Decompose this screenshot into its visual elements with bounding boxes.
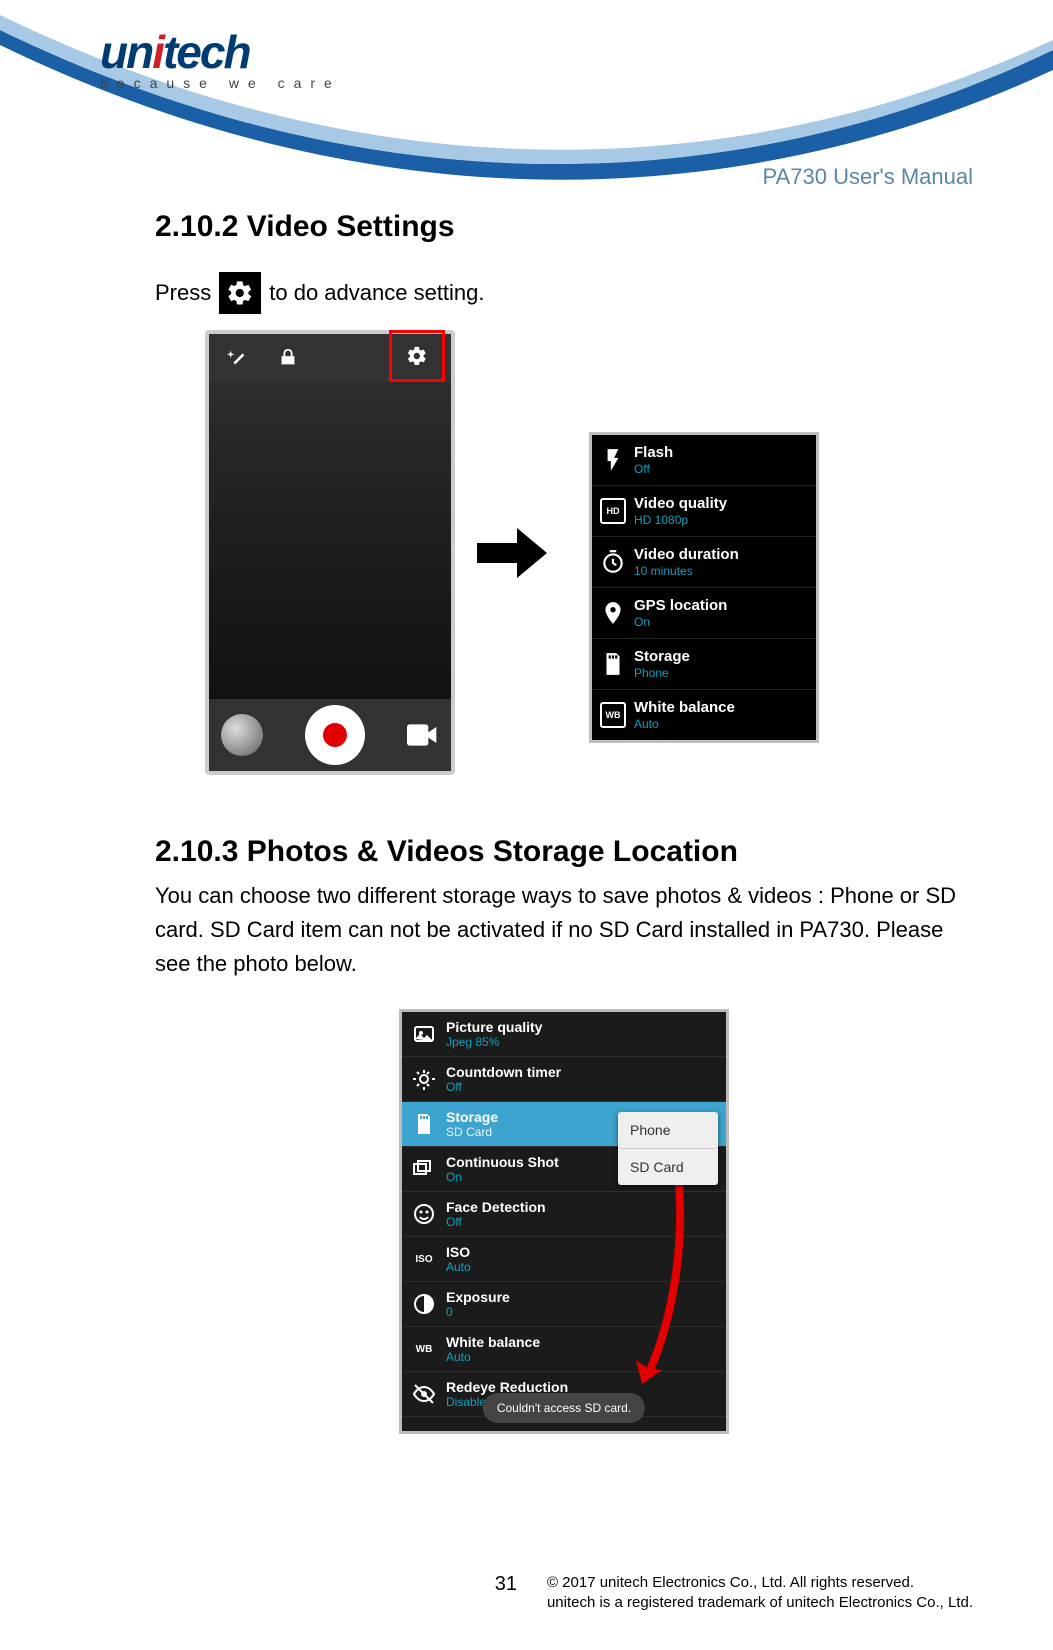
press-text-post: to do advance setting.	[269, 276, 484, 310]
arrow-right-icon	[477, 528, 547, 578]
redeye-icon	[412, 1382, 436, 1406]
gear-icon	[219, 272, 261, 314]
storage-icon	[600, 651, 626, 677]
brand-tagline: because we care	[100, 75, 341, 91]
copyright-line-1: © 2017 unitech Electronics Co., Ltd. All…	[547, 1573, 973, 1593]
duration-icon	[600, 549, 626, 575]
page-number: 31	[495, 1573, 517, 1612]
setting-gps: GPS locationOn	[592, 588, 816, 639]
setting-flash: FlashOff	[592, 435, 816, 486]
iso-icon: ISO	[412, 1247, 436, 1271]
record-button	[305, 705, 365, 765]
section-2-10-2-heading: 2.10.2 Video Settings	[155, 210, 973, 244]
popup-option-sdcard: SD Card	[618, 1149, 718, 1185]
camera-settings-screenshot: Picture qualityJpeg 85% Countdown timerO…	[399, 1009, 729, 1434]
picture-quality-icon	[412, 1022, 436, 1046]
storage-popup: Phone SD Card	[618, 1112, 718, 1185]
brand-dot: i	[152, 26, 163, 78]
setting-video-quality: HD Video qualityHD 1080p	[592, 486, 816, 537]
camera-switch-icon	[277, 347, 299, 369]
brand-logo: unitech because we care	[100, 25, 341, 91]
exposure-icon	[412, 1292, 436, 1316]
gallery-thumb	[221, 714, 263, 756]
setting-countdown: Countdown timerOff	[402, 1057, 726, 1102]
white-balance-icon: WB	[412, 1337, 436, 1361]
flash-icon	[600, 447, 626, 473]
storage-icon	[412, 1112, 436, 1136]
page-footer: 31 © 2017 unitech Electronics Co., Ltd. …	[0, 1573, 973, 1612]
gps-icon	[600, 600, 626, 626]
gear-icon	[406, 345, 428, 367]
brand-pre: un	[100, 26, 152, 78]
toast-message: Couldn't access SD card.	[483, 1393, 645, 1423]
camera-preview	[209, 382, 451, 699]
setting-white-balance: WB White balanceAuto	[592, 690, 816, 740]
wand-icon	[227, 347, 249, 369]
setting-picture-quality: Picture qualityJpeg 85%	[402, 1012, 726, 1057]
setting-video-duration: Video duration10 minutes	[592, 537, 816, 588]
popup-option-phone: Phone	[618, 1112, 718, 1149]
press-text-pre: Press	[155, 276, 211, 310]
figure-row-video: FlashOff HD Video qualityHD 1080p Video …	[155, 330, 973, 775]
copyright-line-2: unitech is a registered trademark of uni…	[547, 1593, 973, 1613]
camera-app-screenshot	[205, 330, 455, 775]
press-gear-sentence: Press to do advance setting.	[155, 272, 973, 314]
brand-post: tech	[163, 26, 250, 78]
countdown-icon	[412, 1067, 436, 1091]
white-balance-icon: WB	[600, 702, 626, 728]
video-mode-icon	[407, 724, 439, 746]
video-settings-panel: FlashOff HD Video qualityHD 1080p Video …	[589, 432, 819, 743]
doc-title: PA730 User's Manual	[763, 164, 973, 190]
continuous-icon	[412, 1157, 436, 1181]
gear-highlight-box	[389, 330, 445, 382]
red-arrow-annotation	[632, 1160, 692, 1390]
setting-storage: StoragePhone	[592, 639, 816, 690]
section-2-10-3-body: You can choose two different storage way…	[155, 879, 973, 981]
section-2-10-3-heading: 2.10.3 Photos & Videos Storage Location	[155, 835, 973, 869]
video-quality-icon: HD	[600, 498, 626, 524]
face-icon	[412, 1202, 436, 1226]
